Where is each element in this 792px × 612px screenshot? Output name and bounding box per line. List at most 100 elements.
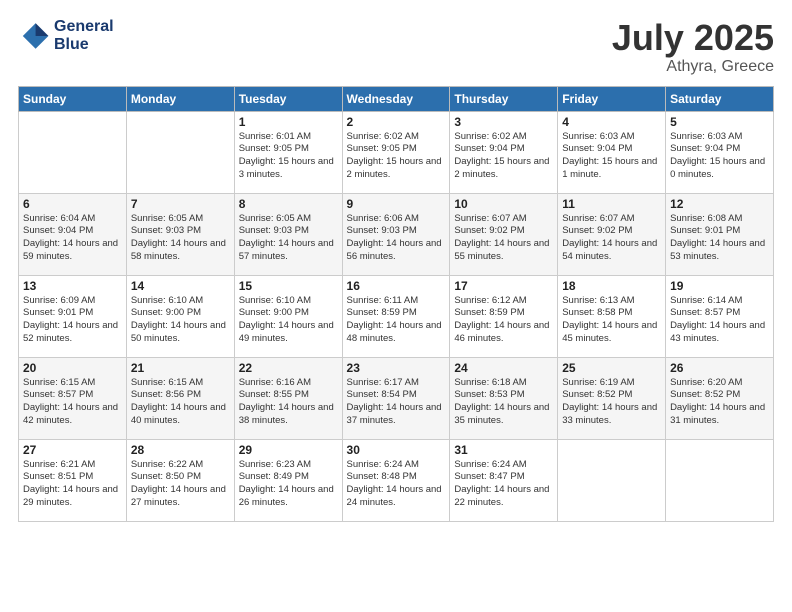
location-title: Athyra, Greece [612, 58, 774, 76]
day-detail: Sunrise: 6:13 AMSunset: 8:58 PMDaylight:… [562, 295, 661, 346]
day-number: 25 [562, 361, 661, 375]
day-number: 27 [23, 443, 122, 457]
day-detail: Sunrise: 6:21 AMSunset: 8:51 PMDaylight:… [23, 459, 122, 510]
day-number: 6 [23, 197, 122, 211]
table-row: 15 Sunrise: 6:10 AMSunset: 9:00 PMDaylig… [234, 275, 342, 357]
day-number: 5 [670, 115, 769, 129]
col-saturday: Saturday [666, 86, 774, 111]
day-number: 22 [239, 361, 338, 375]
day-detail: Sunrise: 6:04 AMSunset: 9:04 PMDaylight:… [23, 213, 122, 264]
table-row: 1 Sunrise: 6:01 AMSunset: 9:05 PMDayligh… [234, 111, 342, 193]
table-row: 13 Sunrise: 6:09 AMSunset: 9:01 PMDaylig… [19, 275, 127, 357]
table-row: 22 Sunrise: 6:16 AMSunset: 8:55 PMDaylig… [234, 357, 342, 439]
day-number: 18 [562, 279, 661, 293]
day-number: 29 [239, 443, 338, 457]
table-row: 5 Sunrise: 6:03 AMSunset: 9:04 PMDayligh… [666, 111, 774, 193]
logo-line2: Blue [54, 36, 89, 53]
col-thursday: Thursday [450, 86, 558, 111]
day-detail: Sunrise: 6:08 AMSunset: 9:01 PMDaylight:… [670, 213, 769, 264]
table-row: 21 Sunrise: 6:15 AMSunset: 8:56 PMDaylig… [126, 357, 234, 439]
day-number: 10 [454, 197, 553, 211]
col-tuesday: Tuesday [234, 86, 342, 111]
day-detail: Sunrise: 6:20 AMSunset: 8:52 PMDaylight:… [670, 377, 769, 428]
table-row: 8 Sunrise: 6:05 AMSunset: 9:03 PMDayligh… [234, 193, 342, 275]
table-row: 31 Sunrise: 6:24 AMSunset: 8:47 PMDaylig… [450, 439, 558, 521]
day-number: 12 [670, 197, 769, 211]
calendar-week-row: 20 Sunrise: 6:15 AMSunset: 8:57 PMDaylig… [19, 357, 774, 439]
table-row: 6 Sunrise: 6:04 AMSunset: 9:04 PMDayligh… [19, 193, 127, 275]
logo-text: General Blue [54, 18, 114, 53]
table-row: 12 Sunrise: 6:08 AMSunset: 9:01 PMDaylig… [666, 193, 774, 275]
day-detail: Sunrise: 6:23 AMSunset: 8:49 PMDaylight:… [239, 459, 338, 510]
day-detail: Sunrise: 6:24 AMSunset: 8:48 PMDaylight:… [347, 459, 446, 510]
day-number: 23 [347, 361, 446, 375]
table-row: 20 Sunrise: 6:15 AMSunset: 8:57 PMDaylig… [19, 357, 127, 439]
day-detail: Sunrise: 6:15 AMSunset: 8:57 PMDaylight:… [23, 377, 122, 428]
table-row: 23 Sunrise: 6:17 AMSunset: 8:54 PMDaylig… [342, 357, 450, 439]
day-number: 13 [23, 279, 122, 293]
table-row: 26 Sunrise: 6:20 AMSunset: 8:52 PMDaylig… [666, 357, 774, 439]
day-detail: Sunrise: 6:03 AMSunset: 9:04 PMDaylight:… [562, 131, 661, 182]
calendar-week-row: 13 Sunrise: 6:09 AMSunset: 9:01 PMDaylig… [19, 275, 774, 357]
day-number: 7 [131, 197, 230, 211]
day-number: 30 [347, 443, 446, 457]
day-detail: Sunrise: 6:02 AMSunset: 9:05 PMDaylight:… [347, 131, 446, 182]
day-number: 3 [454, 115, 553, 129]
table-row: 28 Sunrise: 6:22 AMSunset: 8:50 PMDaylig… [126, 439, 234, 521]
table-row: 16 Sunrise: 6:11 AMSunset: 8:59 PMDaylig… [342, 275, 450, 357]
day-number: 1 [239, 115, 338, 129]
col-wednesday: Wednesday [342, 86, 450, 111]
table-row: 25 Sunrise: 6:19 AMSunset: 8:52 PMDaylig… [558, 357, 666, 439]
day-number: 17 [454, 279, 553, 293]
day-detail: Sunrise: 6:22 AMSunset: 8:50 PMDaylight:… [131, 459, 230, 510]
day-detail: Sunrise: 6:07 AMSunset: 9:02 PMDaylight:… [454, 213, 553, 264]
col-monday: Monday [126, 86, 234, 111]
page: General Blue July 2025 Athyra, Greece Su… [0, 0, 792, 612]
table-row [666, 439, 774, 521]
col-friday: Friday [558, 86, 666, 111]
title-block: July 2025 Athyra, Greece [612, 18, 774, 76]
day-number: 11 [562, 197, 661, 211]
day-detail: Sunrise: 6:07 AMSunset: 9:02 PMDaylight:… [562, 213, 661, 264]
table-row [126, 111, 234, 193]
day-number: 8 [239, 197, 338, 211]
day-detail: Sunrise: 6:17 AMSunset: 8:54 PMDaylight:… [347, 377, 446, 428]
calendar-week-row: 27 Sunrise: 6:21 AMSunset: 8:51 PMDaylig… [19, 439, 774, 521]
table-row: 19 Sunrise: 6:14 AMSunset: 8:57 PMDaylig… [666, 275, 774, 357]
day-detail: Sunrise: 6:15 AMSunset: 8:56 PMDaylight:… [131, 377, 230, 428]
table-row: 11 Sunrise: 6:07 AMSunset: 9:02 PMDaylig… [558, 193, 666, 275]
day-detail: Sunrise: 6:05 AMSunset: 9:03 PMDaylight:… [239, 213, 338, 264]
calendar-header-row: Sunday Monday Tuesday Wednesday Thursday… [19, 86, 774, 111]
table-row: 10 Sunrise: 6:07 AMSunset: 9:02 PMDaylig… [450, 193, 558, 275]
col-sunday: Sunday [19, 86, 127, 111]
table-row: 4 Sunrise: 6:03 AMSunset: 9:04 PMDayligh… [558, 111, 666, 193]
day-number: 14 [131, 279, 230, 293]
day-number: 9 [347, 197, 446, 211]
day-number: 2 [347, 115, 446, 129]
day-detail: Sunrise: 6:06 AMSunset: 9:03 PMDaylight:… [347, 213, 446, 264]
table-row [19, 111, 127, 193]
logo-icon [18, 20, 50, 52]
day-number: 16 [347, 279, 446, 293]
day-detail: Sunrise: 6:09 AMSunset: 9:01 PMDaylight:… [23, 295, 122, 346]
day-detail: Sunrise: 6:03 AMSunset: 9:04 PMDaylight:… [670, 131, 769, 182]
table-row [558, 439, 666, 521]
table-row: 24 Sunrise: 6:18 AMSunset: 8:53 PMDaylig… [450, 357, 558, 439]
table-row: 17 Sunrise: 6:12 AMSunset: 8:59 PMDaylig… [450, 275, 558, 357]
day-number: 24 [454, 361, 553, 375]
day-detail: Sunrise: 6:05 AMSunset: 9:03 PMDaylight:… [131, 213, 230, 264]
day-detail: Sunrise: 6:10 AMSunset: 9:00 PMDaylight:… [239, 295, 338, 346]
table-row: 2 Sunrise: 6:02 AMSunset: 9:05 PMDayligh… [342, 111, 450, 193]
month-title: July 2025 [612, 18, 774, 58]
table-row: 27 Sunrise: 6:21 AMSunset: 8:51 PMDaylig… [19, 439, 127, 521]
day-number: 28 [131, 443, 230, 457]
logo: General Blue [18, 18, 114, 53]
table-row: 7 Sunrise: 6:05 AMSunset: 9:03 PMDayligh… [126, 193, 234, 275]
day-number: 21 [131, 361, 230, 375]
table-row: 14 Sunrise: 6:10 AMSunset: 9:00 PMDaylig… [126, 275, 234, 357]
day-detail: Sunrise: 6:10 AMSunset: 9:00 PMDaylight:… [131, 295, 230, 346]
day-number: 15 [239, 279, 338, 293]
day-number: 31 [454, 443, 553, 457]
table-row: 30 Sunrise: 6:24 AMSunset: 8:48 PMDaylig… [342, 439, 450, 521]
table-row: 29 Sunrise: 6:23 AMSunset: 8:49 PMDaylig… [234, 439, 342, 521]
